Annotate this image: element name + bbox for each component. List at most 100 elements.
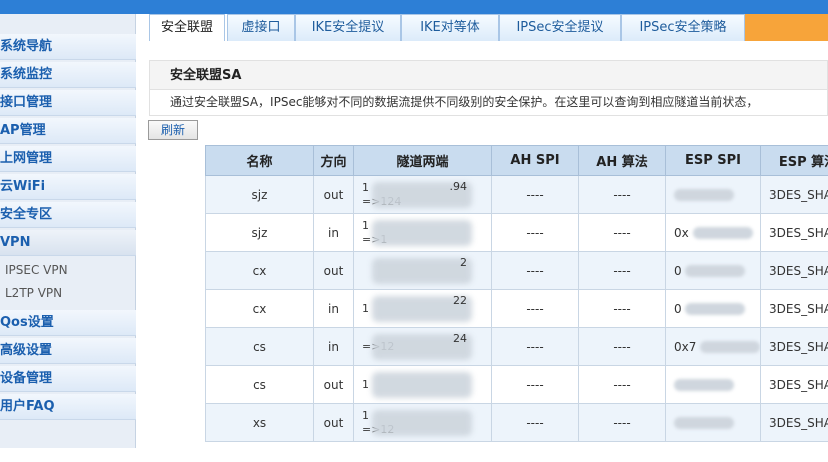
- redacted-blur: [372, 372, 472, 398]
- cell-direction: in: [314, 328, 354, 366]
- esp-spi-text: 0x7: [674, 340, 696, 354]
- cell-esp-spi: 0: [666, 252, 761, 290]
- cell-ah-spi: ----: [492, 252, 579, 290]
- cell-name: sjz: [206, 176, 314, 214]
- sidebar-item-device[interactable]: 设备管理: [0, 366, 136, 392]
- redacted-blur: [693, 227, 753, 239]
- cell-tunnel-ends: 2: [354, 252, 492, 290]
- cell-ah-spi: ----: [492, 176, 579, 214]
- cell-tunnel-ends: 1=>12: [354, 404, 492, 442]
- redacted-blur: [674, 379, 734, 391]
- tab-virtual-interface[interactable]: 虚接口: [227, 14, 295, 41]
- redacted-blur: [372, 258, 472, 284]
- col-header-esp-algorithm: ESP 算法: [761, 146, 828, 176]
- redacted-blur: [700, 341, 760, 353]
- sidebar-item-security[interactable]: 安全专区: [0, 202, 136, 228]
- esp-spi-text: 0x: [674, 226, 689, 240]
- cell-esp-spi: [666, 366, 761, 404]
- redacted-blur: [674, 417, 734, 429]
- cell-name: cx: [206, 290, 314, 328]
- cell-esp-algorithm: 3DES_SHA: [761, 366, 828, 404]
- table-row: xsout1=>12-------- 3DES_SHA: [206, 404, 828, 442]
- col-header-esp-spi: ESP SPI: [666, 146, 761, 176]
- cell-esp-spi: [666, 404, 761, 442]
- cell-name: cs: [206, 366, 314, 404]
- redacted-blur: [685, 265, 745, 277]
- sidebar-item-internet[interactable]: 上网管理: [0, 146, 136, 172]
- cell-direction: out: [314, 404, 354, 442]
- cell-esp-spi: [666, 176, 761, 214]
- tab-security-association[interactable]: 安全联盟: [149, 14, 225, 41]
- cell-ah-algorithm: ----: [579, 328, 666, 366]
- cell-esp-algorithm: 3DES_SHA: [761, 328, 828, 366]
- cell-esp-algorithm: 3DES_SHA: [761, 214, 828, 252]
- panel-title: 安全联盟SA: [149, 60, 828, 90]
- table-row: csin=>1224--------0x7 3DES_SHA: [206, 328, 828, 366]
- cell-esp-algorithm: 3DES_SHA: [761, 176, 828, 214]
- cell-direction: in: [314, 214, 354, 252]
- tab-ike-peer[interactable]: IKE对等体: [401, 14, 499, 41]
- cell-ah-algorithm: ----: [579, 404, 666, 442]
- tab-ipsec-policy[interactable]: IPSec安全策略: [621, 14, 745, 41]
- top-header-bar: [0, 0, 828, 14]
- tunnel-tail: 2: [460, 256, 467, 270]
- sidebar-subitem-ipsec-vpn[interactable]: IPSEC VPN: [0, 259, 136, 282]
- cell-esp-spi: 0x7: [666, 328, 761, 366]
- cell-ah-algorithm: ----: [579, 366, 666, 404]
- cell-tunnel-ends: 1=>124.94: [354, 176, 492, 214]
- sidebar-subitem-l2tp-vpn[interactable]: L2TP VPN: [0, 282, 136, 305]
- sidebar-item-cloud-wifi[interactable]: 云WiFi: [0, 174, 136, 200]
- sidebar-item-faq[interactable]: 用户FAQ: [0, 394, 136, 420]
- refresh-button[interactable]: 刷新: [148, 120, 198, 140]
- table-row: sjzin1=>1--------0x 3DES_SHA: [206, 214, 828, 252]
- esp-spi-text: 0: [674, 302, 682, 316]
- panel-description: 通过安全联盟SA，IPSec能够对不同的数据流提供不同级别的安全保护。在这里可以…: [149, 90, 828, 116]
- redacted-blur: [674, 189, 734, 201]
- sidebar-item-qos[interactable]: Qos设置: [0, 310, 136, 336]
- table-row: sjzout1=>124.94-------- 3DES_SHA: [206, 176, 828, 214]
- cell-direction: in: [314, 290, 354, 328]
- tunnel-tail: 22: [453, 294, 467, 308]
- cell-tunnel-ends: 122: [354, 290, 492, 328]
- cell-name: cs: [206, 328, 314, 366]
- cell-ah-algorithm: ----: [579, 214, 666, 252]
- sidebar-item-interface[interactable]: 接口管理: [0, 90, 136, 116]
- cell-ah-algorithm: ----: [579, 290, 666, 328]
- cell-ah-spi: ----: [492, 404, 579, 442]
- tab-ike-proposal[interactable]: IKE安全提议: [295, 14, 401, 41]
- sidebar-item-system-monitor[interactable]: 系统监控: [0, 62, 136, 88]
- cell-ah-spi: ----: [492, 290, 579, 328]
- table-row: csout1-------- 3DES_SHA: [206, 366, 828, 404]
- sidebar-item-advanced[interactable]: 高级设置: [0, 338, 136, 364]
- cell-ah-spi: ----: [492, 328, 579, 366]
- cell-name: sjz: [206, 214, 314, 252]
- col-header-name: 名称: [206, 146, 314, 176]
- cell-ah-algorithm: ----: [579, 252, 666, 290]
- tab-strip-accent: [745, 14, 828, 41]
- table-row: cxin122--------0 3DES_SHA: [206, 290, 828, 328]
- cell-esp-algorithm: 3DES_SHA: [761, 252, 828, 290]
- cell-esp-spi: 0: [666, 290, 761, 328]
- sa-table: 名称 方向 隧道两端 AH SPI AH 算法 ESP SPI ESP 算法 s…: [205, 145, 828, 442]
- cell-name: cx: [206, 252, 314, 290]
- cell-ah-algorithm: ----: [579, 176, 666, 214]
- col-header-tunnel-ends: 隧道两端: [354, 146, 492, 176]
- col-header-direction: 方向: [314, 146, 354, 176]
- sidebar-item-ap[interactable]: AP管理: [0, 118, 136, 144]
- tab-ipsec-proposal[interactable]: IPSec安全提议: [499, 14, 621, 41]
- sidebar-item-vpn[interactable]: VPN: [0, 230, 136, 256]
- tab-strip: 安全联盟 虚接口 IKE安全提议 IKE对等体 IPSec安全提议 IPSec安…: [145, 14, 828, 41]
- col-header-ah-algorithm: AH 算法: [579, 146, 666, 176]
- sidebar-nav: 系统导航 系统监控 接口管理 AP管理 上网管理 云WiFi 安全专区 VPN …: [0, 14, 136, 448]
- tunnel-tail: .94: [450, 180, 468, 194]
- main-content: 安全联盟 虚接口 IKE安全提议 IKE对等体 IPSec安全提议 IPSec安…: [145, 14, 828, 448]
- table-row: cxout2--------0 3DES_SHA: [206, 252, 828, 290]
- redacted-blur: [372, 220, 472, 246]
- redacted-blur: [372, 410, 472, 436]
- table-header-row: 名称 方向 隧道两端 AH SPI AH 算法 ESP SPI ESP 算法: [206, 146, 828, 176]
- sidebar-item-system-nav[interactable]: 系统导航: [0, 34, 136, 60]
- sa-table-container: 名称 方向 隧道两端 AH SPI AH 算法 ESP SPI ESP 算法 s…: [205, 145, 828, 462]
- cell-name: xs: [206, 404, 314, 442]
- col-header-ah-spi: AH SPI: [492, 146, 579, 176]
- esp-spi-text: 0: [674, 264, 682, 278]
